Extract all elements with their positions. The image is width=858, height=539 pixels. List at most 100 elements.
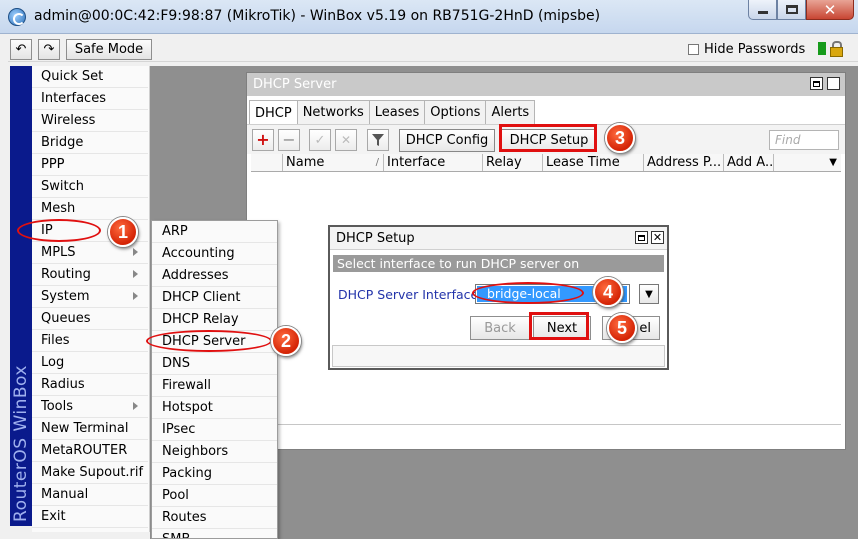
- menu-item-exit[interactable]: Exit: [32, 506, 148, 528]
- menu-item-quick-set[interactable]: Quick Set: [32, 66, 148, 88]
- add-button[interactable]: +: [252, 129, 274, 151]
- menu-item-radius[interactable]: Radius: [32, 374, 148, 396]
- menu-item-ppp[interactable]: PPP: [32, 154, 148, 176]
- winbox-app-icon: [8, 8, 26, 26]
- menu-item-routing[interactable]: Routing: [32, 264, 148, 286]
- sort-icon: /: [375, 157, 379, 168]
- dhcp-setup-maximize-button[interactable]: [635, 231, 648, 244]
- menu-item-manual[interactable]: Manual: [32, 484, 148, 506]
- submenu-item-dns[interactable]: DNS: [152, 353, 277, 375]
- column-lease-time[interactable]: Lease Time: [543, 154, 644, 171]
- submenu-item-firewall[interactable]: Firewall: [152, 375, 277, 397]
- redo-button[interactable]: ↷: [38, 39, 60, 60]
- dhcp-server-status-bar: ms: [251, 424, 841, 446]
- lock-icon: [830, 41, 843, 57]
- menu-item-tools[interactable]: Tools: [32, 396, 148, 418]
- submenu-item-hotspot[interactable]: Hotspot: [152, 397, 277, 419]
- submenu-item-arp[interactable]: ARP: [152, 221, 277, 243]
- dhcp-server-tabs: DHCP Networks Leases Options Alerts: [249, 100, 536, 125]
- menu-item-tools-label: Tools: [41, 399, 74, 414]
- dhcp-setup-title: DHCP Setup: [336, 231, 415, 246]
- annotation-dhcp-setup-box: [499, 124, 597, 152]
- column-interface[interactable]: Interface: [384, 154, 483, 171]
- tab-dhcp[interactable]: DHCP: [249, 100, 298, 125]
- disable-button[interactable]: ✕: [335, 129, 357, 151]
- menu-item-mpls[interactable]: MPLS: [32, 242, 148, 264]
- menu-item-bridge[interactable]: Bridge: [32, 132, 148, 154]
- menu-item-wireless[interactable]: Wireless: [32, 110, 148, 132]
- column-add-arp[interactable]: Add A...: [724, 154, 774, 171]
- menu-item-interfaces[interactable]: Interfaces: [32, 88, 148, 110]
- close-button[interactable]: ✕: [806, 0, 854, 20]
- submenu-item-dhcp-relay[interactable]: DHCP Relay: [152, 309, 277, 331]
- submenu-item-routes[interactable]: Routes: [152, 507, 277, 529]
- tab-networks[interactable]: Networks: [296, 100, 370, 124]
- tab-leases[interactable]: Leases: [368, 100, 426, 124]
- annotation-interface-ellipse: [472, 282, 584, 304]
- menu-item-switch[interactable]: Switch: [32, 176, 148, 198]
- main-menu: Quick Set Interfaces Wireless Bridge PPP…: [32, 66, 150, 532]
- submenu-item-smb[interactable]: SMB: [152, 529, 277, 538]
- submenu-item-pool[interactable]: Pool: [152, 485, 277, 507]
- find-input[interactable]: Find: [769, 130, 839, 150]
- dhcp-config-button[interactable]: DHCP Config: [399, 129, 495, 152]
- step-badge-1: 1: [108, 217, 138, 247]
- column-relay[interactable]: Relay: [483, 154, 543, 171]
- submenu-item-dhcp-client[interactable]: DHCP Client: [152, 287, 277, 309]
- dhcp-server-interface-label: DHCP Server Interface:: [338, 287, 483, 302]
- maximize-icon: [638, 234, 645, 241]
- submenu-item-accounting[interactable]: Accounting: [152, 243, 277, 265]
- maximize-icon: [785, 5, 798, 14]
- menu-item-new-terminal[interactable]: New Terminal: [32, 418, 148, 440]
- dhcp-setup-close-button[interactable]: ✕: [651, 231, 664, 244]
- dhcp-setup-titlebar: DHCP Setup ✕: [330, 227, 667, 250]
- menu-item-mesh[interactable]: Mesh: [32, 198, 148, 220]
- brand-strip: RouterOS WinBox: [10, 66, 32, 526]
- submenu-item-packing[interactable]: Packing: [152, 463, 277, 485]
- menu-item-queues[interactable]: Queues: [32, 308, 148, 330]
- column-menu-button[interactable]: ▼: [774, 154, 841, 171]
- hide-passwords-toggle[interactable]: Hide Passwords: [688, 42, 805, 57]
- tab-alerts[interactable]: Alerts: [485, 100, 536, 124]
- filter-button[interactable]: [367, 129, 389, 151]
- minus-icon: −: [282, 130, 296, 149]
- x-icon: ✕: [340, 133, 352, 147]
- undo-button[interactable]: ↶: [10, 39, 32, 60]
- dhcp-server-titlebar: DHCP Server ✕: [247, 73, 845, 96]
- step-badge-5: 5: [607, 313, 637, 343]
- menu-item-make-supout[interactable]: Make Supout.rif: [32, 462, 148, 484]
- maximize-button[interactable]: [777, 0, 806, 20]
- hide-passwords-checkbox[interactable]: [688, 44, 699, 55]
- menu-item-metarouter[interactable]: MetaROUTER: [32, 440, 148, 462]
- column-address-pool[interactable]: Address P...: [644, 154, 724, 171]
- annotation-dhcp-server-ellipse: [146, 330, 272, 352]
- menu-item-system[interactable]: System: [32, 286, 148, 308]
- close-icon: ✕: [828, 77, 839, 90]
- dropdown-arrow-icon: ▼: [645, 288, 653, 300]
- submenu-item-ipsec[interactable]: IPsec: [152, 419, 277, 441]
- enable-button[interactable]: ✓: [309, 129, 331, 151]
- tab-options[interactable]: Options: [424, 100, 487, 124]
- annotation-ip-ellipse: [17, 219, 101, 242]
- dropdown-arrow-icon: ▼: [829, 157, 837, 168]
- column-selector[interactable]: [251, 154, 283, 171]
- submenu-item-neighbors[interactable]: Neighbors: [152, 441, 277, 463]
- submenu-arrow-icon: [133, 270, 138, 278]
- ip-submenu: ARP Accounting Addresses DHCP Client DHC…: [151, 220, 278, 539]
- hide-passwords-label: Hide Passwords: [704, 42, 806, 57]
- dhcp-server-maximize-button[interactable]: [810, 77, 823, 90]
- dhcp-server-close-button[interactable]: ✕: [827, 77, 840, 90]
- interface-dropdown-button[interactable]: ▼: [639, 284, 659, 304]
- menu-item-files[interactable]: Files: [32, 330, 148, 352]
- remove-button[interactable]: −: [278, 129, 300, 151]
- minimize-button[interactable]: [748, 0, 777, 20]
- column-name[interactable]: Name /: [283, 154, 384, 171]
- back-button[interactable]: Back: [470, 316, 530, 340]
- main-toolbar: ↶ ↷ Safe Mode Hide Passwords: [8, 36, 858, 62]
- menu-item-log[interactable]: Log: [32, 352, 148, 374]
- close-icon: ✕: [823, 0, 837, 19]
- submenu-arrow-icon: [133, 292, 138, 300]
- plus-icon: +: [256, 130, 270, 149]
- submenu-item-addresses[interactable]: Addresses: [152, 265, 277, 287]
- safe-mode-button[interactable]: Safe Mode: [66, 39, 152, 60]
